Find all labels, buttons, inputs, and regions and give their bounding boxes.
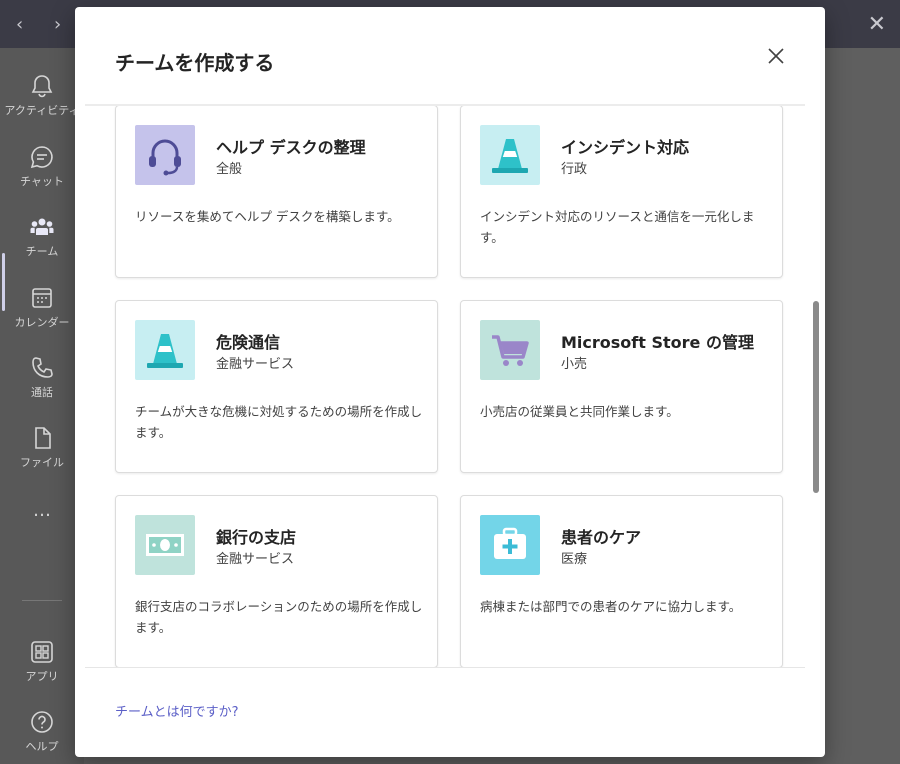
- template-card-bank-branch[interactable]: 銀行の支店 金融サービス 銀行支店のコラボレーションのための場所を作成します。: [115, 495, 438, 667]
- forward-arrow-icon[interactable]: ›: [54, 14, 61, 35]
- create-team-dialog: チームを作成する ヘルプ デスクの整理 全般 リソースを集めてヘルプ デスクを構…: [75, 7, 825, 757]
- template-title: ヘルプ デスクの整理: [216, 138, 366, 157]
- scrollbar-thumb[interactable]: [813, 301, 819, 493]
- rail-item-calls[interactable]: 通話: [0, 354, 84, 400]
- headset-icon: [135, 125, 195, 185]
- template-description: 小売店の従業員と共同作業します。: [480, 404, 679, 419]
- template-title: Microsoft Store の管理: [561, 333, 754, 352]
- rail-item-chat[interactable]: チャット: [0, 143, 84, 189]
- teams-icon: [0, 213, 84, 241]
- banknote-icon: [135, 515, 195, 575]
- template-card-help-desk[interactable]: ヘルプ デスクの整理 全般 リソースを集めてヘルプ デスクを構築します。: [115, 106, 438, 278]
- traffic-cone-icon: [135, 320, 195, 380]
- rail-item-calendar[interactable]: カレンダー: [0, 284, 84, 330]
- shopping-cart-icon: [480, 320, 540, 380]
- rail-item-teams[interactable]: チーム: [0, 213, 84, 259]
- template-description: インシデント対応のリソースと通信を一元化します。: [480, 209, 755, 245]
- medical-kit-icon: [480, 515, 540, 575]
- template-description: チームが大きな危機に対処するための場所を作成します。: [135, 404, 423, 440]
- template-category: 行政: [561, 162, 588, 177]
- dialog-title: チームを作成する: [115, 51, 275, 75]
- rail-item-apps[interactable]: アプリ: [0, 638, 84, 684]
- traffic-cone-icon: [480, 125, 540, 185]
- template-category: 医療: [561, 552, 588, 567]
- close-icon: [768, 48, 784, 64]
- calendar-icon: [0, 284, 84, 312]
- apps-icon: [0, 638, 84, 666]
- rail-item-help[interactable]: ヘルプ: [0, 708, 84, 754]
- template-title: 銀行の支店: [216, 528, 297, 547]
- template-title: インシデント対応: [561, 138, 690, 157]
- more-icon: …: [33, 500, 51, 521]
- template-category: 全般: [216, 162, 243, 177]
- template-description: リソースを集めてヘルプ デスクを構築します。: [135, 209, 400, 224]
- what-is-a-team-link[interactable]: チームとは何ですか?: [115, 701, 239, 720]
- rail-divider: [22, 600, 62, 601]
- template-card-patient-care[interactable]: 患者のケア 医療 病棟または部門での患者のケアに協力します。: [460, 495, 783, 667]
- window-close-icon[interactable]: ✕: [868, 12, 886, 37]
- template-list[interactable]: ヘルプ デスクの整理 全般 リソースを集めてヘルプ デスクを構築します。 インシ…: [75, 106, 825, 667]
- app-rail: アクティビティ チャット チーム カレンダー 通話 ファイル … アプリ ヘルプ: [0, 48, 84, 764]
- template-card-incident-response[interactable]: インシデント対応 行政 インシデント対応のリソースと通信を一元化します。: [460, 106, 783, 278]
- template-category: 金融サービス: [216, 357, 295, 372]
- rail-item-files[interactable]: ファイル: [0, 424, 84, 470]
- rail-item-activity[interactable]: アクティビティ: [0, 72, 84, 118]
- template-card-crisis-communication[interactable]: 危険通信 金融サービス チームが大きな危機に対処するための場所を作成します。: [115, 300, 438, 473]
- template-card-store-management[interactable]: Microsoft Store の管理 小売 小売店の従業員と共同作業します。: [460, 300, 783, 473]
- bell-icon: [0, 72, 84, 100]
- footer-divider: [85, 667, 805, 668]
- template-category: 小売: [561, 357, 588, 372]
- back-arrow-icon[interactable]: ‹: [16, 14, 23, 35]
- template-category: 金融サービス: [216, 552, 295, 567]
- file-icon: [0, 424, 84, 452]
- template-description: 病棟または部門での患者のケアに協力します。: [480, 599, 742, 614]
- template-description: 銀行支店のコラボレーションのための場所を作成します。: [135, 599, 423, 635]
- close-dialog-button[interactable]: [763, 43, 789, 69]
- chat-icon: [0, 143, 84, 171]
- phone-icon: [0, 354, 84, 382]
- template-title: 危険通信: [216, 333, 281, 352]
- more-apps-button[interactable]: …: [0, 500, 84, 521]
- template-title: 患者のケア: [561, 528, 642, 547]
- help-icon: [0, 708, 84, 736]
